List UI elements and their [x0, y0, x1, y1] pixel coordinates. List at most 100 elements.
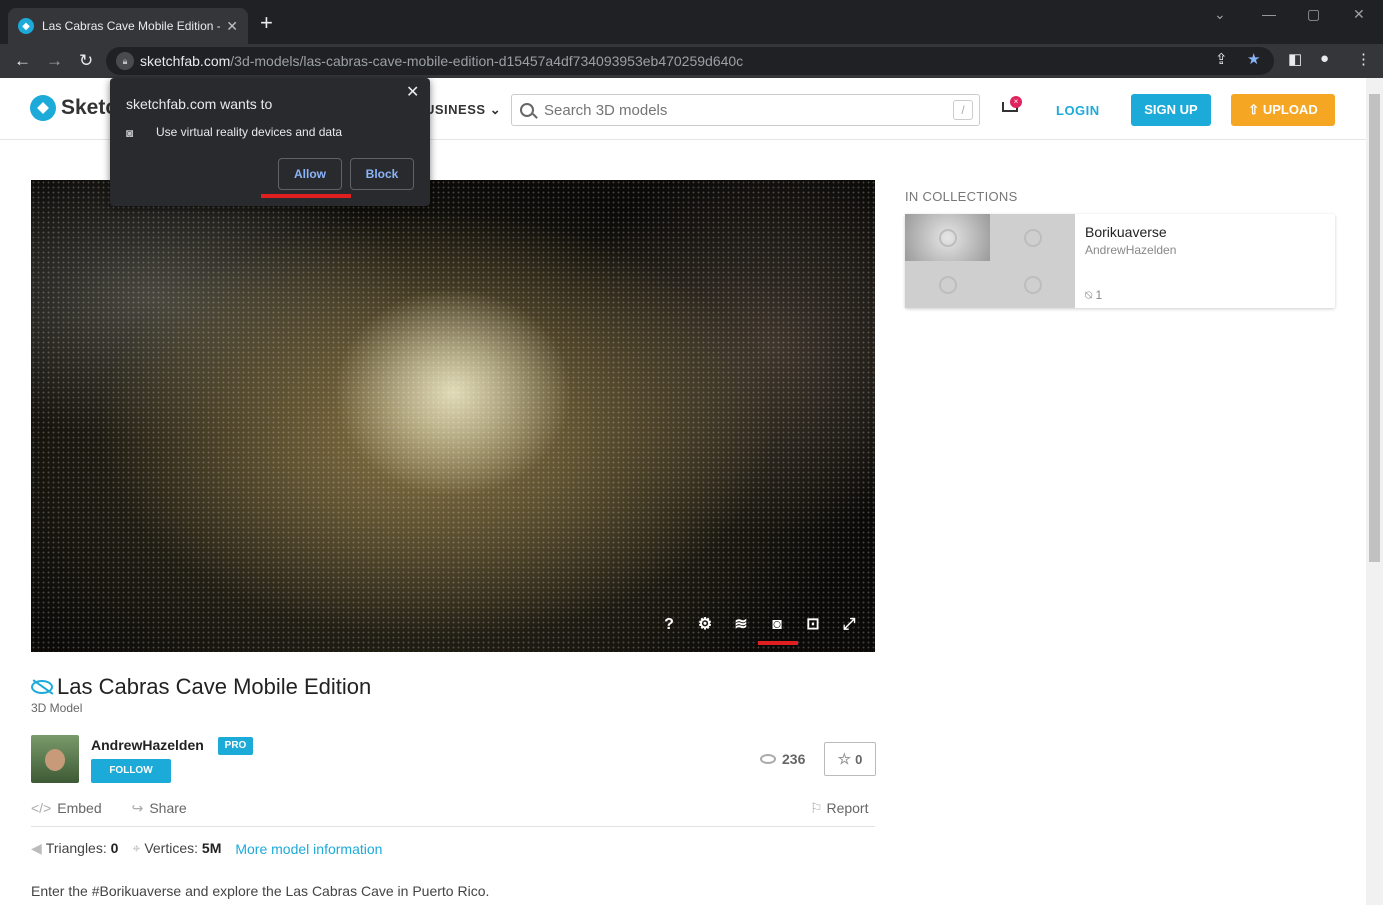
scrollbar-thumb[interactable]	[1369, 94, 1380, 562]
collection-count: ⍉ 1	[1085, 288, 1102, 303]
upload-label: UPLOAD	[1262, 102, 1318, 117]
layers-icon[interactable]: ≋	[730, 614, 752, 636]
vr-headset-icon: ◙	[126, 126, 134, 140]
model-actions: </> Embed ↪ Share	[31, 800, 187, 817]
vertices-value: 5M	[201, 840, 222, 856]
address-bar[interactable]: 🔒︎ sketchfab.com /3d-models/las-cabras-c…	[106, 47, 1274, 75]
search-input[interactable]	[544, 101, 953, 119]
model-subtitle: 3D Model	[31, 701, 83, 715]
url-host: sketchfab.com	[140, 53, 231, 69]
cart-badge: ×	[1010, 96, 1022, 108]
signup-button[interactable]: SIGN UP	[1131, 94, 1211, 126]
help-icon[interactable]: ?	[658, 614, 680, 636]
login-link[interactable]: LOGIN	[1056, 103, 1100, 118]
sidebar-icon[interactable]: ◧	[1288, 50, 1302, 68]
upload-button[interactable]: ⇧ UPLOAD	[1231, 94, 1335, 126]
code-icon: </>	[31, 800, 52, 816]
star-icon: ☆	[837, 751, 852, 768]
block-button[interactable]: Block	[350, 158, 414, 190]
url-path: /3d-models/las-cabras-cave-mobile-editio…	[230, 53, 744, 69]
search-shortcut-hint: /	[953, 100, 973, 120]
collection-name[interactable]: Borikuaverse	[1085, 224, 1167, 240]
triangles-value: 0	[110, 840, 119, 856]
search-box[interactable]: /	[511, 94, 980, 126]
collection-thumb	[990, 214, 1075, 261]
fullscreen-icon[interactable]: ⤢	[838, 614, 860, 636]
triangles-label: Triangles:	[45, 840, 107, 856]
business-menu[interactable]: USINESS ⌄	[425, 102, 501, 118]
models-icon: ⍉	[1085, 288, 1093, 302]
vr-highlight-underline	[758, 641, 798, 645]
share-label: Share	[149, 800, 187, 816]
tab-search-icon[interactable]: ⌄	[1214, 6, 1226, 23]
forward-button[interactable]: →	[46, 51, 63, 71]
vertex-icon: ⌖	[132, 840, 141, 856]
collections-heading: IN COLLECTIONS	[905, 189, 1018, 204]
flag-icon: ⚐	[810, 800, 823, 816]
permission-title: sketchfab.com wants to	[126, 96, 273, 112]
permission-description: Use virtual reality devices and data	[156, 125, 343, 139]
browser-toolbar: ← → ↻ 🔒︎ sketchfab.com /3d-models/las-ca…	[0, 44, 1383, 78]
model-viewer[interactable]: ? ⚙ ≋ ◙ ⊡ ⤢	[31, 180, 875, 652]
logo-text[interactable]: Sketc	[61, 96, 117, 120]
triangle-icon: ◀	[31, 840, 42, 856]
collection-thumb	[905, 214, 990, 261]
search-icon	[520, 103, 534, 117]
allow-button[interactable]: Allow	[278, 158, 342, 190]
author-name[interactable]: AndrewHazelden	[91, 737, 204, 753]
collection-thumb	[905, 261, 990, 308]
share-icon[interactable]: ⇪	[1215, 50, 1228, 68]
collection-card[interactable]: Borikuaverse AndrewHazelden ⍉ 1	[905, 214, 1335, 308]
report-label: Report	[826, 800, 869, 816]
views-value: 236	[782, 751, 806, 767]
model-title: Las Cabras Cave Mobile Edition	[57, 674, 372, 699]
pro-badge: PRO	[218, 737, 253, 755]
divider	[31, 826, 875, 827]
collection-count-value: 1	[1095, 288, 1103, 302]
vertices-label: Vertices:	[144, 840, 199, 856]
bookmark-star-icon[interactable]: ★	[1247, 50, 1260, 68]
minimize-button[interactable]: —	[1262, 6, 1276, 22]
menu-icon[interactable]: ⋮	[1356, 50, 1371, 68]
settings-icon[interactable]: ⚙	[694, 614, 716, 636]
point-cloud-render	[31, 180, 875, 652]
browser-titlebar: ◆ Las Cabras Cave Mobile Edition - ✕ + ⌄…	[0, 0, 1383, 44]
share-arrow-icon: ↪	[131, 800, 144, 816]
like-button[interactable]: ☆ 0	[824, 742, 876, 776]
view-count: 236	[760, 751, 805, 767]
views-eye-icon	[760, 754, 776, 764]
report-link[interactable]: ⚐ Report	[810, 800, 868, 817]
collection-author[interactable]: AndrewHazelden	[1085, 243, 1176, 257]
close-window-button[interactable]: ✕	[1353, 6, 1365, 23]
sketchfab-favicon-icon: ◆	[18, 18, 34, 34]
close-tab-icon[interactable]: ✕	[226, 18, 238, 35]
title-row: Las Cabras Cave Mobile Edition	[31, 674, 371, 700]
follow-button[interactable]: FOLLOW	[91, 759, 171, 783]
sketchfab-logo-icon[interactable]	[30, 95, 56, 121]
vertices-stat: ⌖ Vertices: 5M	[132, 840, 221, 857]
triangles-stat: ◀ Triangles: 0	[31, 840, 118, 857]
likes-value: 0	[855, 751, 863, 767]
vr-icon[interactable]: ◙	[766, 614, 788, 636]
tab-title: Las Cabras Cave Mobile Edition -	[42, 19, 221, 33]
model-description: Enter the #Borikuaverse and explore the …	[31, 883, 490, 899]
new-tab-button[interactable]: +	[260, 12, 273, 34]
embed-link[interactable]: </> Embed	[31, 800, 102, 817]
business-label: USINESS	[425, 102, 486, 117]
close-icon[interactable]: ✕	[406, 82, 419, 102]
page-scrollbar[interactable]	[1366, 78, 1383, 905]
ar-icon[interactable]: ⊡	[802, 614, 824, 636]
model-stats: ◀ Triangles: 0 ⌖ Vertices: 5M More model i…	[31, 840, 382, 857]
more-info-link[interactable]: More model information	[235, 841, 382, 857]
lock-icon[interactable]: 🔒︎	[116, 52, 134, 70]
collection-thumb	[990, 261, 1075, 308]
browser-tab[interactable]: ◆ Las Cabras Cave Mobile Edition - ✕	[8, 8, 248, 44]
avatar[interactable]	[31, 735, 79, 783]
share-link[interactable]: ↪ Share	[132, 800, 187, 817]
reload-button[interactable]: ↻	[79, 51, 93, 71]
profile-icon[interactable]: ●	[1320, 50, 1329, 67]
back-button[interactable]: ←	[14, 51, 31, 71]
collection-thumbnails	[905, 214, 1075, 308]
maximize-button[interactable]: ▢	[1307, 6, 1320, 23]
hidden-eye-icon	[31, 680, 53, 694]
